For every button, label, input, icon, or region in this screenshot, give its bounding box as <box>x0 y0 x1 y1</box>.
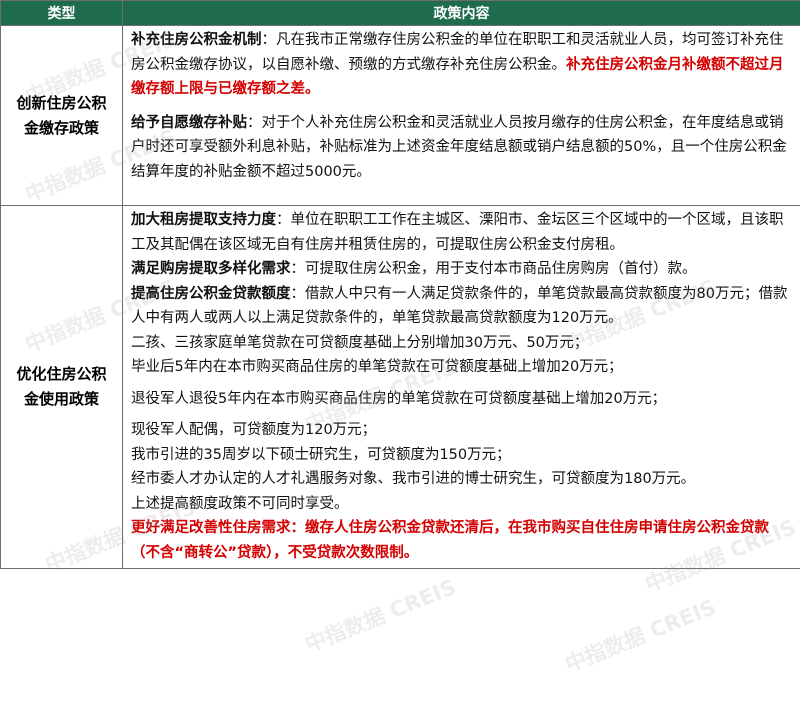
policy-paragraph: 上述提高额度政策不可同时享受。 <box>131 492 792 517</box>
row-type-line: 金缴存政策 <box>23 118 99 137</box>
watermark: 中指数据 CREIS <box>561 594 720 678</box>
policy-table: 类型 政策内容 创新住房公积 金缴存政策 补充住房公积金机制：凡在我市正常缴存住… <box>0 0 800 569</box>
policy-text: 现役军人配偶，可贷额度为120万元； <box>131 422 377 438</box>
header-content: 政策内容 <box>122 0 800 26</box>
row-type-line: 创新住房公积 <box>16 93 107 112</box>
policy-text: 毕业后5年内在本市购买商品住房的单笔贷款在可贷额度基础上增加20万元； <box>131 359 623 375</box>
policy-text: 退役军人退役5年内在本市购买商品住房的单笔贷款在可贷额度基础上增加20万元； <box>131 390 667 407</box>
policy-heading: 满足购房提取多样化需求 <box>131 261 291 277</box>
table-header-row: 类型 政策内容 <box>0 0 800 26</box>
policy-paragraph: 经市委人才办认定的人才礼遇服务对象、我市引进的博士研究生，可贷额度为180万元。 <box>131 467 792 492</box>
policy-paragraph: 更好满足改善性住房需求：缴存人住房公积金贷款还清后，在我市购买自住住房申请住房公… <box>131 516 792 565</box>
policy-paragraph: 给予自愿缴存补贴：对于个人补充住房公积金和灵活就业人员按月缴存的住房公积金，在年… <box>131 111 792 185</box>
policy-paragraph: 提高住房公积金贷款额度：借款人中只有一人满足贷款条件的，单笔贷款最高贷款额度为8… <box>131 282 792 331</box>
table-row: 创新住房公积 金缴存政策 补充住房公积金机制：凡在我市正常缴存住房公积金的单位在… <box>0 25 800 206</box>
policy-heading: 提高住房公积金贷款额度 <box>131 285 291 302</box>
policy-paragraph: 现役军人配偶，可贷额度为120万元； <box>131 418 792 443</box>
row-content-cell: 加大租房提取支持力度：单位在职职工工作在主城区、溧阳市、金坛区三个区域中的一个区… <box>122 205 800 569</box>
policy-emphasis: 更好满足改善性住房需求：缴存人住房公积金贷款还清后，在我市购买自住住房申请住房公… <box>131 520 769 561</box>
table-row: 优化住房公积 金使用政策 加大租房提取支持力度：单位在职职工工作在主城区、溧阳市… <box>0 205 800 569</box>
row-type-cell: 创新住房公积 金缴存政策 <box>0 25 123 206</box>
policy-paragraph: 加大租房提取支持力度：单位在职职工工作在主城区、溧阳市、金坛区三个区域中的一个区… <box>131 208 792 257</box>
policy-heading: 补充住房公积金机制 <box>131 32 262 48</box>
policy-paragraph: 毕业后5年内在本市购买商品住房的单笔贷款在可贷额度基础上增加20万元； <box>131 355 792 380</box>
policy-heading: 加大租房提取支持力度 <box>131 212 276 228</box>
policy-paragraph: 补充住房公积金机制：凡在我市正常缴存住房公积金的单位在职职工和灵活就业人员，均可… <box>131 28 792 102</box>
header-type: 类型 <box>0 0 123 26</box>
row-content-cell: 补充住房公积金机制：凡在我市正常缴存住房公积金的单位在职职工和灵活就业人员，均可… <box>122 25 800 206</box>
policy-paragraph: 满足购房提取多样化需求：可提取住房公积金，用于支付本市商品住房购房（首付）款。 <box>131 257 792 282</box>
row-type-cell: 优化住房公积 金使用政策 <box>0 205 123 569</box>
row-type-line: 优化住房公积 <box>16 365 107 383</box>
row-type-line: 金使用政策 <box>23 390 99 408</box>
policy-heading: 给予自愿缴存补贴 <box>131 114 247 131</box>
policy-paragraph: 二孩、三孩家庭单笔贷款在可贷额度基础上分别增加30万元、50万元； <box>131 331 792 356</box>
policy-text: 二孩、三孩家庭单笔贷款在可贷额度基础上分别增加30万元、50万元； <box>131 334 589 351</box>
policy-text: 我市引进的35周岁以下硕士研究生，可贷额度为150万元； <box>131 446 511 463</box>
policy-paragraph: 我市引进的35周岁以下硕士研究生，可贷额度为150万元； <box>131 443 792 468</box>
policy-table-container: 类型 政策内容 创新住房公积 金缴存政策 补充住房公积金机制：凡在我市正常缴存住… <box>0 0 800 705</box>
policy-text: 经市委人才办认定的人才礼遇服务对象、我市引进的博士研究生，可贷额度为180万元。 <box>131 471 696 487</box>
policy-text: 上述提高额度政策不可同时享受。 <box>131 495 349 512</box>
policy-paragraph: 退役军人退役5年内在本市购买商品住房的单笔贷款在可贷额度基础上增加20万元； <box>131 387 792 412</box>
policy-text: ：可提取住房公积金，用于支付本市商品住房购房（首付）款。 <box>290 261 697 277</box>
watermark: 中指数据 CREIS <box>301 574 460 658</box>
